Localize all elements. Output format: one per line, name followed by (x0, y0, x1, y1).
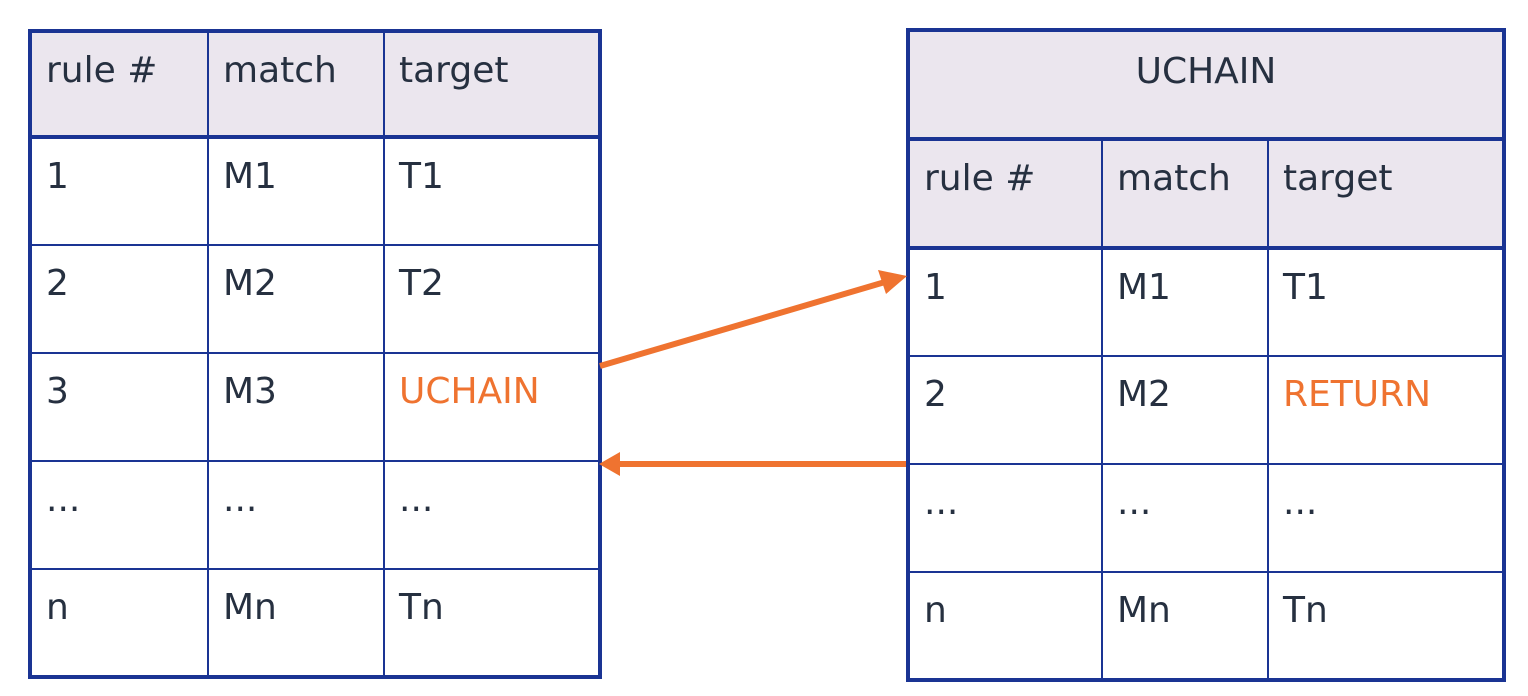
arrows-layer (599, 270, 907, 476)
jump-arrow (599, 270, 907, 369)
return-arrow (599, 452, 906, 476)
